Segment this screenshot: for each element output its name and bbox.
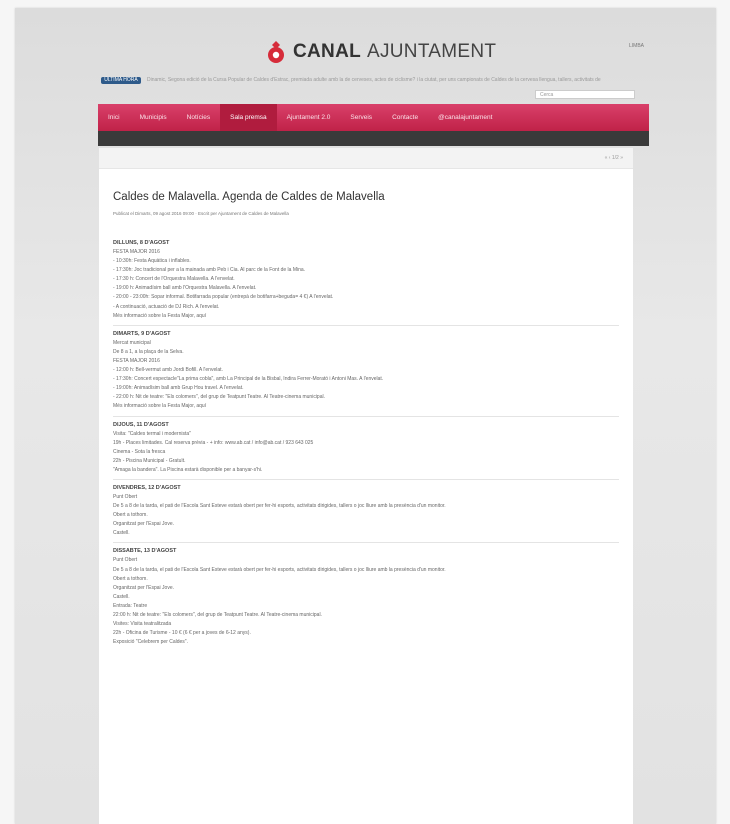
- section-divider: [113, 324, 619, 326]
- agenda-line: Visita: "Caldes termal i modernista": [113, 430, 191, 437]
- agenda-line: - 17:30 h: Concert de l'Orquestra Malave…: [113, 276, 235, 283]
- article-meta: Publicat el Dimarts, 09 agost 2016 09:00…: [113, 211, 289, 216]
- agenda-line: De 5 a 8 de la tarda, el pati de l'Escol…: [113, 566, 446, 573]
- nav-item-noticies[interactable]: Notícies: [177, 104, 220, 131]
- screenshot-frame: CANAL AJUNTAMENT LIMBA ÚLTIMA HORA Dinam…: [0, 0, 730, 824]
- agenda-line: - 12:00 h: Bell-vermut amb Jordi Bofill.…: [113, 367, 223, 374]
- agenda-line: - 19:00h: Animadísim ball amb Grup Hou t…: [113, 385, 244, 392]
- agenda-line: Obert a tothom.: [113, 575, 148, 582]
- agenda-line: - 20:00 - 23:00h: Sopar informal. Botifa…: [113, 294, 334, 301]
- site-logo[interactable]: CANAL AJUNTAMENT: [265, 38, 496, 66]
- agenda-line[interactable]: Més informació sobre la Festa Major, aqu…: [113, 402, 619, 411]
- sub-navigation-bar: [98, 131, 649, 146]
- agenda-line: - 10:30h: Festa Aquàtica i inflables.: [113, 258, 191, 265]
- agenda-day-heading: DILLUNS, 8 D'AGOST: [113, 240, 170, 246]
- nav-item-contacte[interactable]: Contacte: [382, 104, 428, 131]
- agenda-line: 22:00 h: Nit de teatre: "Els colomers", …: [113, 612, 322, 618]
- agenda-line: Organitzat per l'Espai Jove.: [113, 584, 174, 591]
- agenda-line[interactable]: Més informació sobre la Festa Major, aqu…: [113, 312, 619, 321]
- agenda-line: Organitzat per l'Espai Jove.: [113, 521, 174, 528]
- agenda-line: Visites: Visita teatralitzada: [113, 621, 172, 628]
- agenda-line: Punt Obert: [113, 493, 138, 500]
- agenda-line: Mercat municipal: [113, 339, 151, 346]
- main-navigation: Inici Municipis Notícies Sala premsa Aju…: [98, 104, 649, 131]
- section-divider: [113, 542, 619, 544]
- section-divider: [113, 478, 619, 480]
- nav-item-serveis[interactable]: Serveis: [340, 104, 382, 131]
- article-pager[interactable]: « ‹ 1/2 »: [605, 155, 623, 161]
- article-title: Caldes de Malavella. Agenda de Caldes de…: [113, 191, 385, 203]
- article-toolbar: « ‹ 1/2 »: [99, 148, 633, 169]
- agenda-day-heading: DIJOUS, 11 D'AGOST: [113, 421, 169, 428]
- agenda-day-heading: DIVENDRES, 12 D'AGOST: [113, 484, 181, 491]
- agenda-line: 22h - Piscina Municipal - Gratuït.: [113, 457, 186, 464]
- agenda-line: Punt Obert: [113, 557, 138, 564]
- nav-item-twitter[interactable]: @canalajuntament: [428, 104, 502, 131]
- agenda-line[interactable]: Castell.: [113, 529, 619, 538]
- agenda-line: Cinema - Sota la fresca: [113, 448, 166, 455]
- brand-name-light: AJUNTAMENT: [367, 41, 497, 62]
- agenda-line: - 22:00 h: Nit de teatre: "Els colomers"…: [113, 394, 325, 401]
- nav-item-municipis[interactable]: Municipis: [130, 104, 177, 131]
- agenda-line: De 8 a 1, a la plaça de la Selva.: [113, 348, 184, 355]
- news-ticker[interactable]: Dinamic, Segona edició de la Cursa Popul…: [147, 77, 637, 84]
- diamond-logo-icon: [265, 40, 287, 64]
- ticker-badge: ÚLTIMA HORA: [101, 77, 141, 84]
- agenda-line: 19h - Places limitades. Cal reserva prèv…: [113, 439, 314, 446]
- nav-item-inici[interactable]: Inici: [98, 104, 130, 131]
- agenda-line: Entrada: Teatre: [113, 602, 148, 609]
- agenda-line: Exposició "Celebrem per Caldes".: [113, 639, 188, 646]
- agenda-line: "Amaga la bandera". La Piscina estarà di…: [113, 466, 263, 473]
- nav-item-ajuntament-2-0[interactable]: Ajuntament 2.0: [277, 104, 341, 131]
- article-body: DILLUNS, 8 D'AGOST FESTA MAJOR 2016 - 10:3…: [113, 238, 619, 647]
- agenda-line: FESTA MAJOR 2016: [113, 357, 160, 364]
- agenda-line: Obert a tothom.: [113, 512, 148, 519]
- agenda-line: - 19:00 h: Animadísim ball amb l'Orquest…: [113, 285, 257, 292]
- agenda-day-heading: DIMARTS, 9 D'AGOST: [113, 330, 171, 337]
- section-divider: [113, 415, 619, 417]
- agenda-line: - 17:30h: Concert espectacle"La prima co…: [113, 376, 384, 383]
- agenda-line: 22h - Oficina de Turisme - 10 € (6 € per…: [113, 630, 251, 637]
- search-input[interactable]: Cerca: [535, 90, 635, 99]
- brand-name-bold: CANAL: [293, 41, 361, 62]
- language-selector[interactable]: LIMBA: [629, 43, 644, 49]
- agenda-day-heading: DISSABTE, 13 D'AGOST: [113, 548, 177, 555]
- agenda-line: FESTA MAJOR 2016: [113, 249, 160, 255]
- agenda-line[interactable]: Castell.: [113, 593, 619, 602]
- agenda-line: - A continuació, actuació de DJ Rich. A …: [113, 303, 220, 310]
- agenda-line: De 5 a 8 de la tarda, el pati de l'Escol…: [113, 503, 446, 510]
- nav-item-sala-premsa[interactable]: Sala premsa: [220, 104, 277, 131]
- article-card: « ‹ 1/2 » Caldes de Malavella. Agenda de…: [99, 148, 633, 824]
- agenda-line: - 17:30h: Joc tradicional per a la maina…: [113, 267, 306, 274]
